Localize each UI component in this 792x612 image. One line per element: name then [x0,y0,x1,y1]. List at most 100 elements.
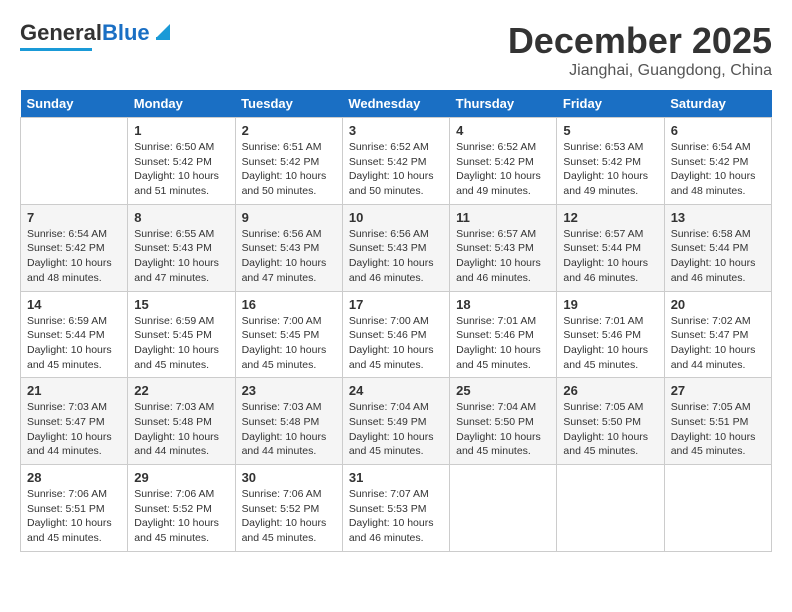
column-header-monday: Monday [128,90,235,118]
calendar-cell: 6 Sunrise: 6:54 AM Sunset: 5:42 PM Daylig… [664,118,771,205]
day-number: 29 [134,470,228,485]
calendar-cell: 29 Sunrise: 7:06 AM Sunset: 5:52 PM Dayli… [128,465,235,552]
calendar-cell: 7 Sunrise: 6:54 AM Sunset: 5:42 PM Daylig… [21,204,128,291]
calendar-cell [21,118,128,205]
cell-info: Sunrise: 7:06 AM Sunset: 5:52 PM Dayligh… [134,487,228,546]
calendar-cell: 22Sunrise: 7:03 AM Sunset: 5:48 PM Dayli… [128,378,235,465]
calendar-cell: 26Sunrise: 7:05 AM Sunset: 5:50 PM Dayli… [557,378,664,465]
location-subtitle: Jianghai, Guangdong, China [508,62,772,80]
day-number: 1 [134,123,228,138]
calendar-cell: 20 Sunrise: 7:02 AM Sunset: 5:47 PM Dayli… [664,291,771,378]
calendar-cell: 11Sunrise: 6:57 AM Sunset: 5:43 PM Dayli… [450,204,557,291]
column-header-tuesday: Tuesday [235,90,342,118]
day-number: 9 [242,210,336,225]
cell-info: Sunrise: 6:56 AM Sunset: 5:43 PM Dayligh… [242,227,336,286]
logo-blue: Blue [102,20,150,46]
cell-info: Sunrise: 7:00 AM Sunset: 5:45 PM Dayligh… [242,314,336,373]
column-header-friday: Friday [557,90,664,118]
cell-info: Sunrise: 6:56 AM Sunset: 5:43 PM Dayligh… [349,227,443,286]
page-header: General Blue December 2025 Jianghai, Gua… [20,20,772,80]
calendar-cell: 13 Sunrise: 6:58 AM Sunset: 5:44 PM Dayli… [664,204,771,291]
cell-info: Sunrise: 7:06 AM Sunset: 5:52 PM Dayligh… [242,487,336,546]
calendar-cell: 23Sunrise: 7:03 AM Sunset: 5:48 PM Dayli… [235,378,342,465]
calendar-cell: 14Sunrise: 6:59 AM Sunset: 5:44 PM Dayli… [21,291,128,378]
day-number: 4 [456,123,550,138]
calendar-cell: 12 Sunrise: 6:57 AM Sunset: 5:44 PM Dayli… [557,204,664,291]
calendar-cell: 3 Sunrise: 6:52 AM Sunset: 5:42 PM Daylig… [342,118,449,205]
calendar-header-row: SundayMondayTuesdayWednesdayThursdayFrid… [21,90,772,118]
day-number: 21 [27,383,121,398]
calendar-week-1: 1 Sunrise: 6:50 AM Sunset: 5:42 PM Daylig… [21,118,772,205]
day-number: 26 [563,383,657,398]
calendar-cell: 24Sunrise: 7:04 AM Sunset: 5:49 PM Dayli… [342,378,449,465]
cell-info: Sunrise: 6:58 AM Sunset: 5:44 PM Dayligh… [671,227,765,286]
calendar-cell: 17 Sunrise: 7:00 AM Sunset: 5:46 PM Dayli… [342,291,449,378]
cell-info: Sunrise: 6:52 AM Sunset: 5:42 PM Dayligh… [456,140,550,199]
cell-info: Sunrise: 7:01 AM Sunset: 5:46 PM Dayligh… [456,314,550,373]
day-number: 15 [134,297,228,312]
day-number: 6 [671,123,765,138]
logo-general: General [20,20,102,46]
column-header-thursday: Thursday [450,90,557,118]
day-number: 25 [456,383,550,398]
logo-icon [152,20,174,42]
day-number: 30 [242,470,336,485]
column-header-saturday: Saturday [664,90,771,118]
title-area: December 2025 Jianghai, Guangdong, China [508,20,772,80]
column-header-sunday: Sunday [21,90,128,118]
cell-info: Sunrise: 6:51 AM Sunset: 5:42 PM Dayligh… [242,140,336,199]
calendar-cell: 31Sunrise: 7:07 AM Sunset: 5:53 PM Dayli… [342,465,449,552]
day-number: 8 [134,210,228,225]
day-number: 12 [563,210,657,225]
calendar-cell: 28Sunrise: 7:06 AM Sunset: 5:51 PM Dayli… [21,465,128,552]
calendar-cell [664,465,771,552]
calendar-cell [557,465,664,552]
cell-info: Sunrise: 7:07 AM Sunset: 5:53 PM Dayligh… [349,487,443,546]
day-number: 10 [349,210,443,225]
cell-info: Sunrise: 7:05 AM Sunset: 5:51 PM Dayligh… [671,400,765,459]
cell-info: Sunrise: 7:00 AM Sunset: 5:46 PM Dayligh… [349,314,443,373]
logo-underline [20,48,92,51]
calendar-cell: 27 Sunrise: 7:05 AM Sunset: 5:51 PM Dayli… [664,378,771,465]
calendar-cell: 25 Sunrise: 7:04 AM Sunset: 5:50 PM Dayli… [450,378,557,465]
day-number: 24 [349,383,443,398]
calendar-cell: 9 Sunrise: 6:56 AM Sunset: 5:43 PM Daylig… [235,204,342,291]
cell-info: Sunrise: 6:54 AM Sunset: 5:42 PM Dayligh… [27,227,121,286]
day-number: 13 [671,210,765,225]
day-number: 17 [349,297,443,312]
day-number: 27 [671,383,765,398]
cell-info: Sunrise: 7:03 AM Sunset: 5:48 PM Dayligh… [134,400,228,459]
day-number: 11 [456,210,550,225]
day-number: 3 [349,123,443,138]
day-number: 20 [671,297,765,312]
day-number: 5 [563,123,657,138]
calendar-cell [450,465,557,552]
cell-info: Sunrise: 6:55 AM Sunset: 5:43 PM Dayligh… [134,227,228,286]
cell-info: Sunrise: 6:57 AM Sunset: 5:44 PM Dayligh… [563,227,657,286]
calendar-cell: 2Sunrise: 6:51 AM Sunset: 5:42 PM Daylig… [235,118,342,205]
calendar-cell: 21 Sunrise: 7:03 AM Sunset: 5:47 PM Dayli… [21,378,128,465]
cell-info: Sunrise: 6:59 AM Sunset: 5:44 PM Dayligh… [27,314,121,373]
calendar-cell: 18Sunrise: 7:01 AM Sunset: 5:46 PM Dayli… [450,291,557,378]
calendar-week-2: 7 Sunrise: 6:54 AM Sunset: 5:42 PM Daylig… [21,204,772,291]
calendar-cell: 4 Sunrise: 6:52 AM Sunset: 5:42 PM Daylig… [450,118,557,205]
calendar-cell: 8 Sunrise: 6:55 AM Sunset: 5:43 PM Daylig… [128,204,235,291]
cell-info: Sunrise: 6:53 AM Sunset: 5:42 PM Dayligh… [563,140,657,199]
column-header-wednesday: Wednesday [342,90,449,118]
cell-info: Sunrise: 6:50 AM Sunset: 5:42 PM Dayligh… [134,140,228,199]
calendar-table: SundayMondayTuesdayWednesdayThursdayFrid… [20,90,772,552]
cell-info: Sunrise: 7:04 AM Sunset: 5:50 PM Dayligh… [456,400,550,459]
cell-info: Sunrise: 6:54 AM Sunset: 5:42 PM Dayligh… [671,140,765,199]
cell-info: Sunrise: 7:06 AM Sunset: 5:51 PM Dayligh… [27,487,121,546]
cell-info: Sunrise: 7:01 AM Sunset: 5:46 PM Dayligh… [563,314,657,373]
cell-info: Sunrise: 6:52 AM Sunset: 5:42 PM Dayligh… [349,140,443,199]
calendar-cell: 16Sunrise: 7:00 AM Sunset: 5:45 PM Dayli… [235,291,342,378]
cell-info: Sunrise: 7:03 AM Sunset: 5:48 PM Dayligh… [242,400,336,459]
day-number: 7 [27,210,121,225]
logo: General Blue [20,20,174,51]
cell-info: Sunrise: 6:59 AM Sunset: 5:45 PM Dayligh… [134,314,228,373]
calendar-cell: 5 Sunrise: 6:53 AM Sunset: 5:42 PM Daylig… [557,118,664,205]
cell-info: Sunrise: 7:02 AM Sunset: 5:47 PM Dayligh… [671,314,765,373]
month-year-title: December 2025 [508,20,772,62]
cell-info: Sunrise: 7:03 AM Sunset: 5:47 PM Dayligh… [27,400,121,459]
